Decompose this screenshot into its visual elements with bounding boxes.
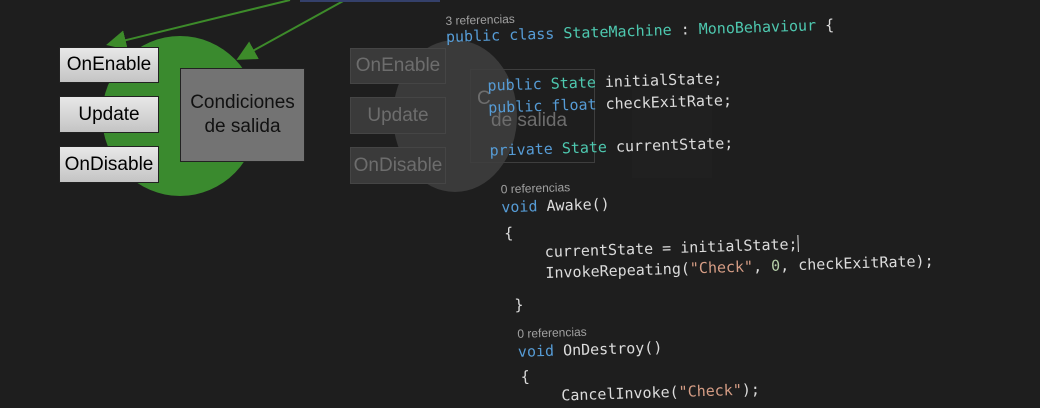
tok-state: State	[550, 73, 597, 93]
tok-monobehaviour: MonoBehaviour	[698, 16, 817, 39]
exit-conditions-box: Condiciones de salida	[180, 68, 305, 162]
tutorial-canvas: OnEnable Update OnDisable Condiciones de…	[0, 0, 1040, 405]
ondisable-box: OnDisable	[59, 146, 159, 183]
tok-awake: Awake()	[546, 194, 610, 215]
tok-void: void	[501, 197, 538, 217]
tok-class: class	[508, 24, 555, 44]
tok-cancelinvoke: CancelInvoke(	[561, 382, 679, 405]
tok-close-paren: );	[741, 380, 761, 399]
tok-comma: ,	[752, 256, 772, 276]
ghost-ondisable-box: OnDisable	[350, 147, 446, 184]
tok-state: State	[561, 137, 608, 158]
tok-check-string: "Check"	[678, 380, 743, 401]
tok-void: void	[517, 341, 555, 361]
tok-public: public	[487, 96, 543, 117]
tok-brace-open: {	[824, 15, 835, 35]
code-line-awake-close: }	[514, 296, 524, 314]
tok-statemachine: StateMachine	[563, 20, 672, 43]
onenable-box: OnEnable	[59, 47, 159, 83]
tok-brace-open: {	[503, 223, 514, 243]
tok-initialstate: initialState;	[604, 69, 723, 92]
update-box: Update	[59, 96, 159, 133]
code-line-ondestroy-open: {	[520, 368, 530, 386]
tok-private: private	[489, 139, 554, 160]
tok-colon: :	[671, 20, 700, 39]
code-line-awake-open: {	[504, 224, 514, 242]
tok-currentstate: currentState;	[615, 134, 734, 156]
code-line-awake: void Awake()	[501, 195, 610, 216]
ghost-onenable-box: OnEnable	[350, 48, 446, 84]
ghost-update-box: Update	[350, 97, 446, 134]
tok-public: public	[487, 75, 542, 95]
arrow-to-onenable	[106, 0, 291, 50]
codelens-ondestroy: 0 referencias	[517, 324, 587, 341]
tok-brace-close: }	[514, 295, 524, 314]
tok-public: public	[445, 26, 501, 46]
exit-conditions-line2: de salida	[204, 116, 281, 137]
tok-ondestroy: OnDestroy()	[562, 338, 663, 360]
tok-brace-open: {	[520, 367, 530, 386]
codelens-awake: 0 referencias	[500, 180, 571, 197]
exit-conditions-line1: Condiciones	[190, 92, 295, 113]
tok-check-string: "Check"	[689, 257, 754, 278]
tok-float: float	[551, 95, 597, 115]
